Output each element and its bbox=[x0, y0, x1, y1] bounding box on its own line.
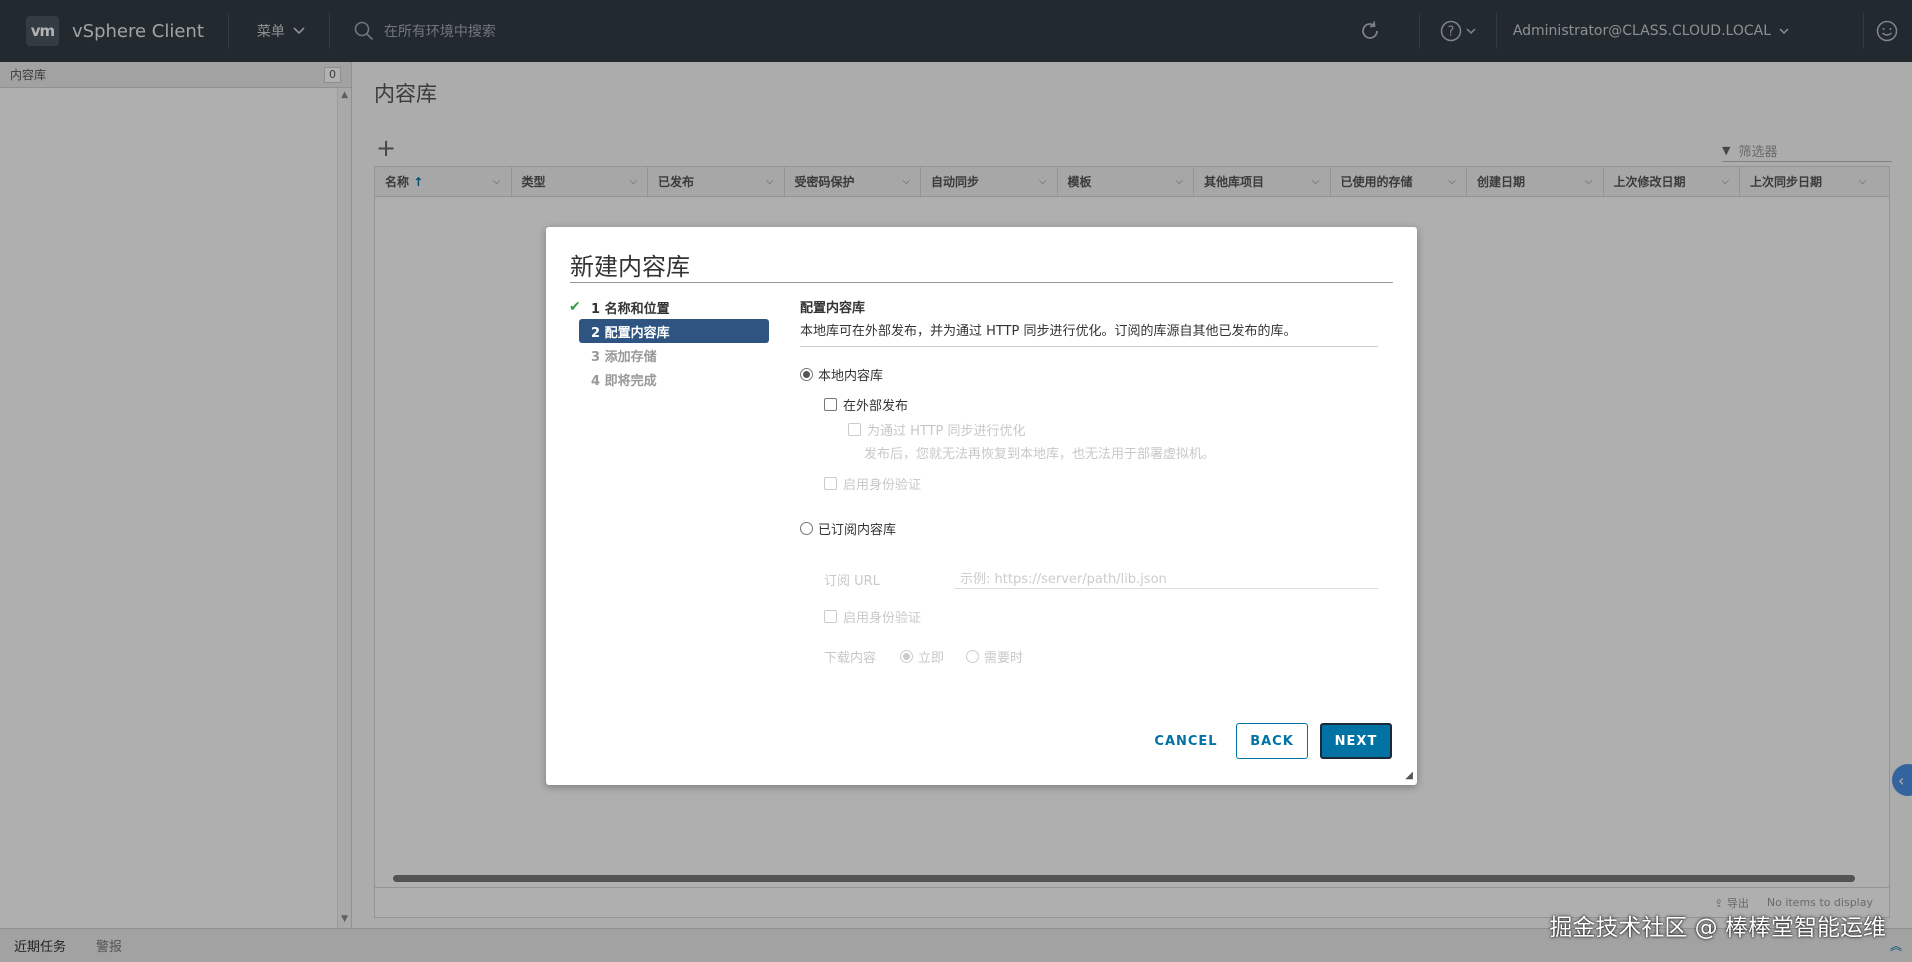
checkbox bbox=[848, 423, 861, 436]
publish-external-checkbox[interactable]: 在外部发布 bbox=[824, 395, 908, 414]
radio-selected[interactable] bbox=[800, 368, 813, 381]
checkbox[interactable] bbox=[824, 398, 837, 411]
subscription-url-input: 示例: https://server/path/lib.json bbox=[954, 567, 1378, 589]
section-title: 配置内容库 bbox=[800, 301, 866, 316]
option-label: 启用身份验证 bbox=[843, 478, 922, 493]
option-label: 为通过 HTTP 同步进行优化 bbox=[867, 424, 1026, 439]
dialog-title: 新建内容库 bbox=[570, 253, 690, 281]
step-ready-to-complete: 4 即将完成 bbox=[579, 367, 769, 391]
configure-pane: 配置内容库 本地库可在外部发布，并为通过 HTTP 同步进行优化。订阅的库源自其… bbox=[800, 297, 1378, 666]
download-now-radio: 立即 bbox=[900, 647, 944, 666]
title-divider bbox=[570, 282, 1393, 283]
step-configure-library[interactable]: 2 配置内容库 bbox=[579, 319, 769, 343]
watermark: 掘金技术社区 @ 棒棒堂智能运维 bbox=[1549, 915, 1886, 941]
back-button[interactable]: BACK bbox=[1236, 723, 1308, 759]
step-label: 1 名称和位置 bbox=[591, 301, 670, 317]
optimize-http-checkbox: 为通过 HTTP 同步进行优化 bbox=[848, 420, 1026, 439]
option-label: 立即 bbox=[918, 651, 945, 666]
radio-selected bbox=[900, 650, 913, 663]
option-label: 本地内容库 bbox=[818, 369, 884, 384]
checkbox bbox=[824, 610, 837, 623]
radio-unselected bbox=[966, 650, 979, 663]
subscription-url-label: 订阅 URL bbox=[824, 574, 880, 589]
step-name-location[interactable]: ✔ 1 名称和位置 bbox=[569, 295, 769, 319]
next-button[interactable]: NEXT bbox=[1320, 723, 1392, 759]
wizard-steps: ✔ 1 名称和位置 2 配置内容库 3 添加存储 4 即将完成 bbox=[569, 295, 769, 391]
resize-handle-icon[interactable]: ◢ bbox=[1405, 770, 1413, 781]
subscribed-auth-checkbox: 启用身份验证 bbox=[824, 607, 921, 626]
option-label: 已订阅内容库 bbox=[818, 523, 897, 538]
step-add-storage: 3 添加存储 bbox=[579, 343, 769, 367]
enable-auth-checkbox: 启用身份验证 bbox=[824, 474, 921, 493]
step-label: 3 添加存储 bbox=[591, 349, 657, 365]
download-when-needed-radio: 需要时 bbox=[966, 647, 1023, 666]
option-label: 在外部发布 bbox=[843, 399, 909, 414]
optimize-note: 发布后，您就无法再恢复到本地库，也无法用于部署虚拟机。 bbox=[864, 447, 1216, 462]
download-content-label: 下载内容 bbox=[824, 651, 877, 666]
step-label: 2 配置内容库 bbox=[591, 325, 670, 341]
section-description: 本地库可在外部发布，并为通过 HTTP 同步进行优化。订阅的库源自其他已发布的库… bbox=[800, 320, 1378, 347]
step-label: 4 即将完成 bbox=[591, 373, 657, 389]
option-label: 启用身份验证 bbox=[843, 611, 922, 626]
local-library-radio[interactable]: 本地内容库 bbox=[800, 365, 883, 384]
radio-unselected[interactable] bbox=[800, 522, 813, 535]
new-content-library-dialog: 新建内容库 ✔ 1 名称和位置 2 配置内容库 3 添加存储 4 即将完成 配置… bbox=[546, 227, 1417, 785]
checkmark-icon: ✔ bbox=[569, 299, 581, 315]
checkbox bbox=[824, 477, 837, 490]
cancel-button[interactable]: CANCEL bbox=[1146, 723, 1226, 759]
option-label: 需要时 bbox=[984, 651, 1024, 666]
subscribed-library-radio[interactable]: 已订阅内容库 bbox=[800, 519, 896, 538]
